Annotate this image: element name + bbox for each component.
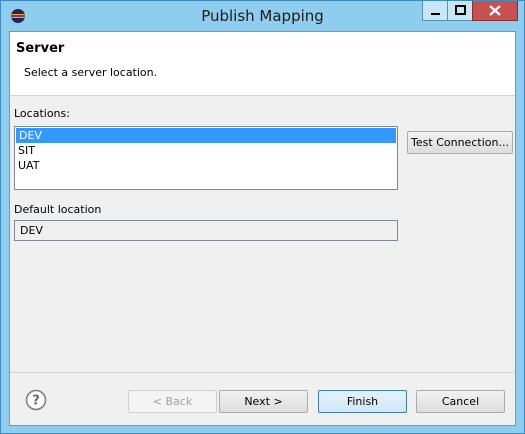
maximize-button[interactable]	[447, 1, 473, 21]
list-item-sit[interactable]: SIT	[15, 143, 397, 158]
page-title: Server	[16, 41, 65, 56]
close-icon	[489, 5, 501, 16]
dialog-client-area: Server Select a server location. Locatio…	[9, 31, 516, 426]
cancel-button[interactable]: Cancel	[416, 390, 505, 413]
maximize-icon	[455, 5, 466, 15]
footer-separator	[10, 372, 515, 373]
wizard-header: Server Select a server location.	[10, 32, 515, 96]
default-location-field: DEV	[14, 220, 398, 241]
minimize-icon	[431, 13, 440, 15]
help-icon[interactable]: ?	[25, 389, 47, 411]
list-item-uat[interactable]: UAT	[15, 158, 397, 173]
page-description: Select a server location.	[24, 66, 158, 79]
close-button[interactable]	[472, 1, 518, 21]
locations-label: Locations:	[14, 107, 70, 120]
dialog-window: Publish Mapping Server Select a server l…	[0, 0, 525, 434]
list-item-dev[interactable]: DEV	[16, 128, 396, 143]
minimize-button[interactable]	[422, 1, 448, 21]
test-connection-button[interactable]: Test Connection...	[407, 131, 513, 154]
title-bar[interactable]: Publish Mapping	[1, 1, 524, 31]
finish-button[interactable]: Finish	[318, 390, 407, 413]
default-location-label: Default location	[14, 203, 102, 216]
locations-list[interactable]: DEV SIT UAT	[14, 126, 398, 190]
svg-text:?: ?	[32, 394, 40, 409]
back-button[interactable]: < Back	[128, 390, 217, 413]
next-button[interactable]: Next >	[219, 390, 308, 413]
